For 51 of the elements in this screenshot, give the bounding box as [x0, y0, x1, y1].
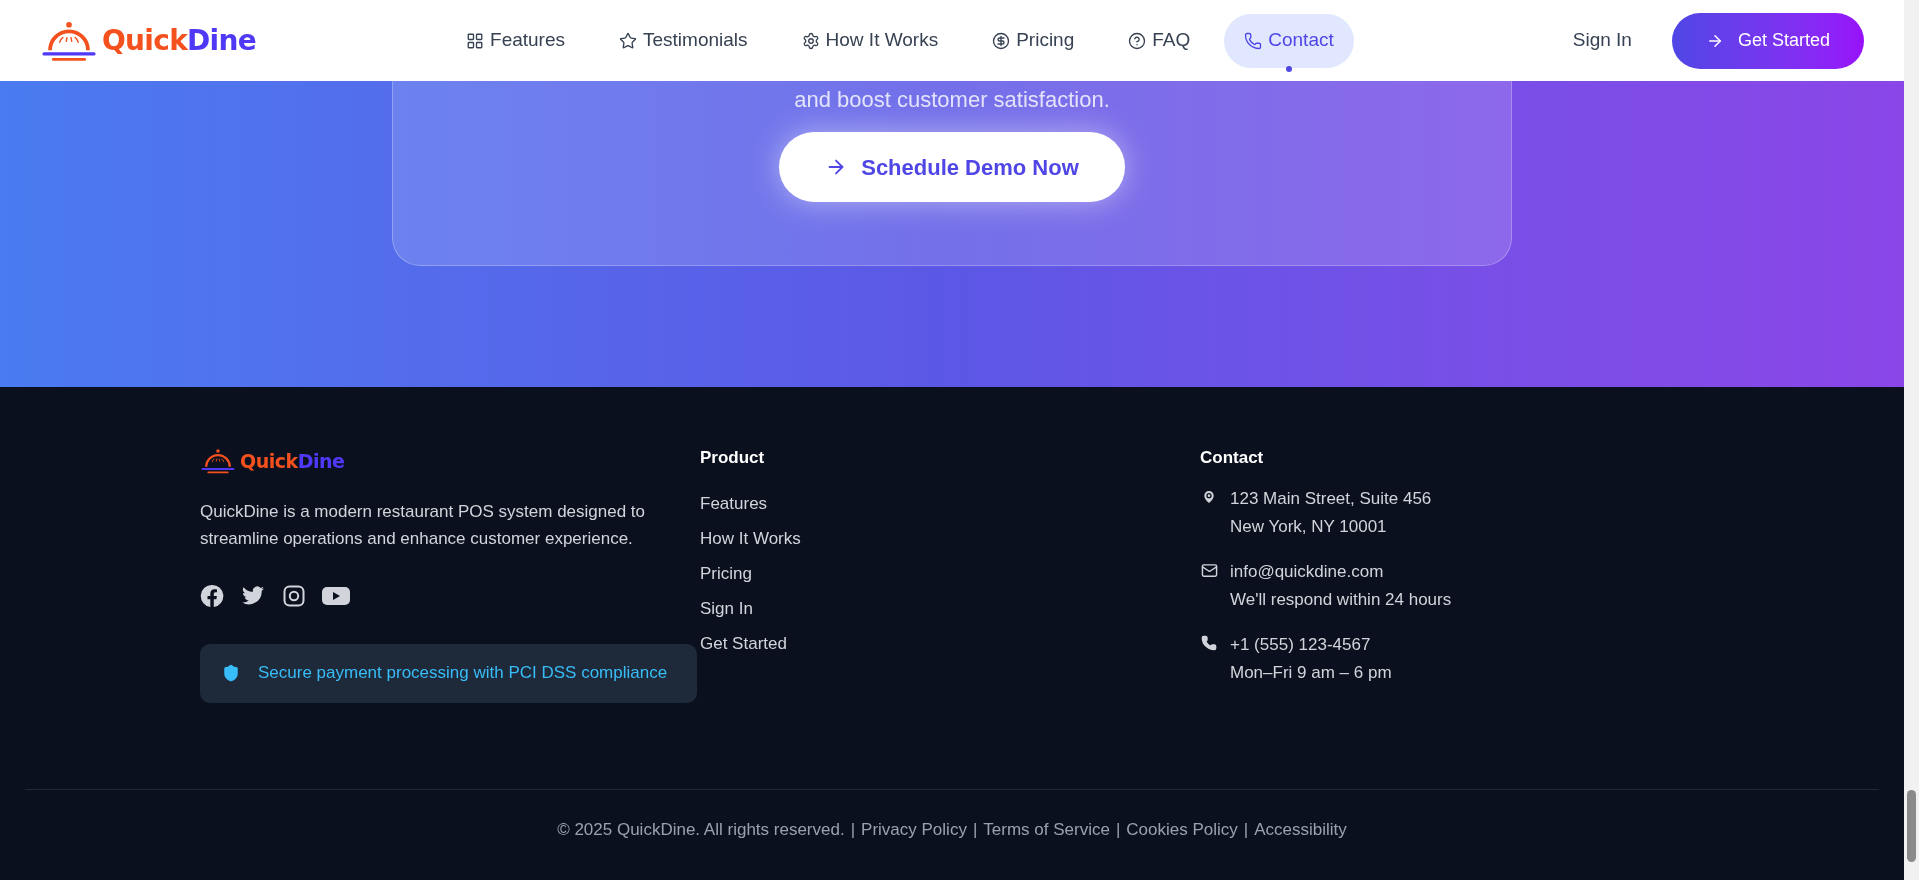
legal-link[interactable]: Privacy Policy	[861, 817, 967, 843]
grid-icon	[466, 31, 485, 50]
scrollbar-thumb[interactable]	[1907, 790, 1916, 862]
contact-detail: We'll respond within 24 hours	[1230, 588, 1452, 611]
security-text: Secure payment processing with PCI DSS compliance	[258, 662, 668, 685]
column-heading: Contact	[1200, 447, 1265, 469]
brand-name: QuickDine	[102, 22, 257, 59]
column-heading: Product	[700, 447, 766, 469]
nav-link[interactable]: Features	[446, 13, 585, 68]
legal-link[interactable]: Terms of Service	[983, 817, 1110, 843]
separator: |	[850, 819, 856, 841]
mail-icon	[1200, 561, 1218, 579]
legal-link[interactable]: Cookies Policy	[1126, 817, 1238, 843]
separator: |	[1115, 819, 1121, 841]
contact-detail: +1 (555) 123-4567	[1230, 633, 1372, 656]
schedule-demo-button[interactable]: Schedule Demo Now	[779, 132, 1125, 202]
contact-detail: Mon–Fri 9 am – 6 pm	[1230, 661, 1392, 684]
footer-link[interactable]: Get Started	[700, 631, 787, 655]
instagram-icon[interactable]	[282, 583, 306, 608]
nav-link[interactable]: Pricing	[972, 13, 1095, 68]
cloche-icon	[40, 19, 98, 62]
phone-icon	[1201, 634, 1217, 651]
nav-link[interactable]: Testimonials	[599, 13, 768, 68]
dollar-icon	[992, 31, 1011, 50]
separator: |	[1243, 819, 1249, 841]
play-icon[interactable]	[322, 584, 350, 607]
contact-detail: 123 Main Street, Suite 456	[1230, 487, 1432, 510]
help-icon	[1128, 31, 1147, 50]
footer-link[interactable]: How It Works	[700, 526, 801, 550]
cloche-icon	[200, 448, 236, 475]
location-pin-icon	[1201, 488, 1217, 505]
gear-icon	[801, 31, 820, 50]
facebook-icon[interactable]	[200, 583, 224, 608]
contact-detail: New York, NY 10001	[1230, 515, 1388, 538]
hero-subtitle: and boost customer satisfaction.	[794, 86, 1110, 114]
footer-link[interactable]: Pricing	[700, 561, 752, 585]
shield-icon	[222, 664, 240, 682]
nav-link[interactable]: FAQ	[1108, 13, 1211, 68]
get-started-button[interactable]: Get Started	[1671, 12, 1864, 69]
brand-name: QuickDine	[240, 449, 345, 474]
nav-link[interactable]: How It Works	[781, 13, 959, 68]
sign-in-link[interactable]: Sign In	[1572, 26, 1632, 55]
separator: |	[972, 819, 978, 841]
copyright-text: © 2025 QuickDine. All rights reserved.	[557, 819, 845, 841]
phone-icon	[1244, 31, 1263, 50]
footer-link[interactable]: Sign In	[700, 596, 753, 620]
footer-link[interactable]: Features	[700, 491, 768, 515]
footer-description: QuickDine is a modern restaurant POS system designed to streamline operations and enhance customer experience.	[200, 500, 647, 550]
legal-link[interactable]: Accessibility	[1254, 817, 1347, 843]
contact-detail: info@quickdine.com	[1230, 560, 1385, 583]
star-icon	[619, 31, 637, 50]
